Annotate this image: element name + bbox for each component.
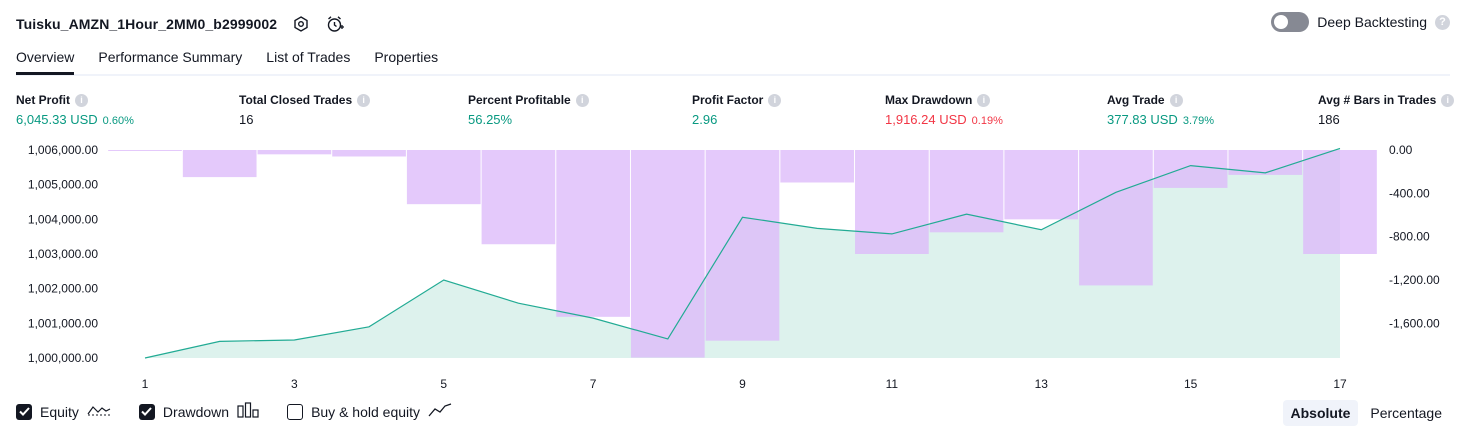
metric-value: 16 bbox=[239, 112, 254, 127]
metric-profit-factor: Profit Factor i 2.96 bbox=[692, 93, 782, 127]
drawdown-bar bbox=[556, 150, 630, 317]
info-icon[interactable]: i bbox=[768, 93, 782, 107]
info-icon[interactable]: i bbox=[575, 93, 589, 107]
chart-legend: Equity Drawdown Buy & hold equity bbox=[16, 402, 452, 421]
x-axis-tick: 17 bbox=[1333, 377, 1347, 391]
metric-label: Max Drawdown bbox=[885, 93, 973, 107]
drawdown-bar bbox=[630, 150, 705, 358]
drawdown-checkbox[interactable] bbox=[138, 403, 155, 420]
x-axis-tick: 3 bbox=[291, 377, 298, 391]
metric-percent-profitable: Percent Profitable i 56.25% bbox=[468, 93, 589, 127]
metric-label: Percent Profitable bbox=[468, 93, 571, 107]
legend-equity[interactable]: Equity bbox=[16, 402, 111, 421]
metric-max-drawdown: Max Drawdown i 1,916.24 USD 0.19% bbox=[885, 93, 1003, 127]
legend-label: Equity bbox=[40, 403, 79, 420]
drawdown-bar bbox=[182, 150, 257, 178]
drawdown-bar bbox=[1004, 150, 1079, 220]
metric-label: Total Closed Trades bbox=[239, 93, 353, 107]
drawdown-bar bbox=[1153, 150, 1228, 188]
x-axis-tick: 15 bbox=[1184, 377, 1198, 391]
tab-overview[interactable]: Overview bbox=[16, 44, 75, 75]
x-axis-tick: 11 bbox=[886, 377, 899, 391]
equity-drawdown-chart: 1,006,000.00 1,005,000.00 1,004,000.00 1,00… bbox=[28, 143, 1440, 391]
tab-list-of-trades[interactable]: List of Trades bbox=[266, 44, 350, 72]
help-icon[interactable]: ? bbox=[1435, 14, 1450, 30]
right-axis-tick: -400.00 bbox=[1389, 186, 1430, 200]
x-axis-tick: 1 bbox=[142, 377, 149, 391]
left-axis-tick: 1,004,000.00 bbox=[28, 212, 98, 226]
x-axis-tick: 13 bbox=[1035, 377, 1049, 391]
alert-clock-icon[interactable] bbox=[325, 14, 345, 34]
legend-label: Drawdown bbox=[162, 403, 230, 420]
drawdown-bar bbox=[705, 150, 780, 341]
metric-net-profit: Net Profit i 6,045.33 USD 0.60% bbox=[16, 93, 134, 127]
info-icon[interactable]: i bbox=[1441, 93, 1455, 107]
buy-hold-line-icon bbox=[428, 402, 452, 421]
right-axis-tick: -1,600.00 bbox=[1389, 316, 1440, 330]
metric-percent: 0.60% bbox=[102, 115, 134, 127]
tab-performance-summary[interactable]: Performance Summary bbox=[98, 44, 242, 72]
scale-mode-switch: Absolute Percentage bbox=[1282, 400, 1451, 426]
drawdown-bar bbox=[108, 150, 182, 151]
left-axis-tick: 1,000,000.00 bbox=[28, 351, 98, 365]
legend-drawdown[interactable]: Drawdown bbox=[138, 402, 259, 421]
drawdown-bar bbox=[780, 150, 855, 183]
left-axis-tick: 1,001,000.00 bbox=[28, 316, 98, 330]
metric-avg-bars: Avg # Bars in Trades i 186 bbox=[1318, 93, 1455, 127]
metric-total-closed-trades: Total Closed Trades i 16 bbox=[239, 93, 371, 127]
equity-line-icon bbox=[87, 402, 111, 421]
drawdown-bar bbox=[257, 150, 332, 155]
drawdown-bar bbox=[406, 150, 481, 205]
metric-value: 6,045.33 USD bbox=[16, 112, 98, 127]
drawdown-bar bbox=[1079, 150, 1153, 286]
metric-label: Net Profit bbox=[16, 93, 70, 107]
right-axis-tick: -800.00 bbox=[1389, 230, 1430, 244]
drawdown-bar bbox=[332, 150, 406, 157]
metric-value: 56.25% bbox=[468, 112, 513, 127]
info-icon[interactable]: i bbox=[357, 93, 371, 107]
buy-hold-checkbox[interactable] bbox=[287, 403, 304, 420]
info-icon[interactable]: i bbox=[75, 93, 88, 107]
left-axis-tick: 1,002,000.00 bbox=[28, 282, 98, 296]
drawdown-bar bbox=[481, 150, 556, 245]
strategy-header: Tuisku_AMZN_1Hour_2MM0_b2999002 bbox=[16, 10, 345, 38]
legend-buy-hold-equity[interactable]: Buy & hold equity bbox=[287, 402, 452, 421]
info-icon[interactable]: i bbox=[977, 93, 991, 107]
deep-backtesting: Deep Backtesting ? bbox=[1271, 12, 1450, 32]
x-axis-tick: 9 bbox=[739, 377, 746, 391]
x-axis-tick: 7 bbox=[590, 377, 597, 391]
left-axis-tick: 1,005,000.00 bbox=[28, 178, 98, 192]
deep-backtesting-label: Deep Backtesting bbox=[1317, 14, 1427, 30]
left-axis-tick: 1,003,000.00 bbox=[28, 247, 98, 261]
metric-percent: 0.19% bbox=[971, 115, 1003, 127]
legend-label: Buy & hold equity bbox=[311, 403, 421, 420]
metric-value: 377.83 USD bbox=[1107, 112, 1178, 127]
mode-absolute[interactable]: Absolute bbox=[1282, 400, 1359, 426]
metric-label: Profit Factor bbox=[692, 93, 764, 107]
info-icon[interactable]: i bbox=[1169, 93, 1183, 107]
metric-label: Avg # Bars in Trades bbox=[1318, 93, 1437, 107]
x-axis-tick: 5 bbox=[440, 377, 447, 391]
metric-value: 186 bbox=[1318, 112, 1340, 127]
right-axis-tick: -1,200.00 bbox=[1389, 273, 1440, 287]
deep-backtesting-toggle[interactable] bbox=[1271, 12, 1310, 32]
metric-value: 1,916.24 USD bbox=[885, 112, 967, 127]
settings-icon[interactable] bbox=[291, 14, 311, 34]
left-axis-tick: 1,006,000.00 bbox=[28, 143, 98, 157]
metric-percent: 3.79% bbox=[1182, 115, 1215, 127]
drawdown-bar bbox=[855, 150, 929, 254]
right-axis-tick: 0.00 bbox=[1389, 143, 1413, 157]
report-tabs: Overview Performance Summary List of Tra… bbox=[16, 44, 1450, 76]
metric-label: Avg Trade bbox=[1107, 93, 1165, 107]
strategy-title: Tuisku_AMZN_1Hour_2MM0_b2999002 bbox=[16, 16, 278, 32]
drawdown-bars-icon bbox=[237, 402, 259, 421]
drawdown-bar bbox=[1303, 150, 1377, 254]
equity-checkbox[interactable] bbox=[16, 403, 32, 420]
metric-avg-trade: Avg Trade i 377.83 USD 3.79% bbox=[1107, 93, 1214, 127]
mode-percentage[interactable]: Percentage bbox=[1362, 400, 1450, 426]
tab-properties[interactable]: Properties bbox=[374, 44, 438, 72]
drawdown-bar bbox=[1228, 150, 1303, 175]
metric-value: 2.96 bbox=[692, 112, 718, 127]
